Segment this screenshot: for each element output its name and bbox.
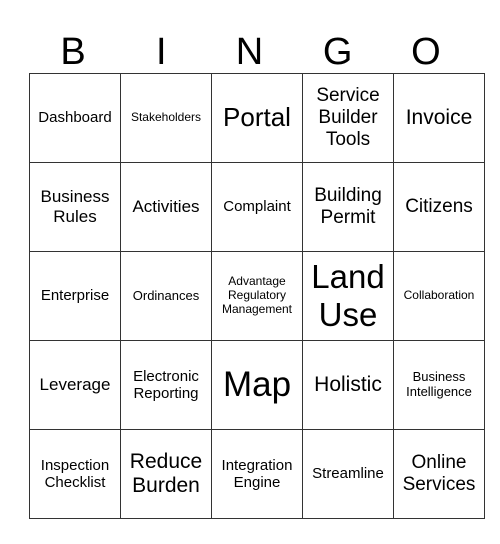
bingo-cell[interactable]: Online Services — [393, 429, 485, 519]
header-letter-i: I — [156, 31, 167, 73]
bingo-cell[interactable]: Citizens — [393, 162, 485, 252]
header-letter-n: N — [235, 31, 264, 73]
bingo-cell[interactable]: Complaint — [211, 162, 303, 252]
grid-row: Dashboard Stakeholders Portal Service Bu… — [29, 73, 485, 163]
bingo-cell[interactable]: Reduce Burden — [120, 429, 212, 519]
bingo-cell[interactable]: Invoice — [393, 73, 485, 163]
bingo-cell[interactable]: Business Intelligence — [393, 340, 485, 430]
bingo-grid: Dashboard Stakeholders Portal Service Bu… — [29, 73, 485, 519]
bingo-cell[interactable]: Inspection Checklist — [29, 429, 121, 519]
bingo-cell[interactable]: Advantage Regulatory Management — [211, 251, 303, 341]
bingo-cell[interactable]: Ordinances — [120, 251, 212, 341]
bingo-cell[interactable]: Dashboard — [29, 73, 121, 163]
bingo-cell[interactable]: Collaboration — [393, 251, 485, 341]
bingo-cell[interactable]: Holistic — [302, 340, 394, 430]
bingo-cell[interactable]: Service Builder Tools — [302, 73, 394, 163]
grid-row: Enterprise Ordinances Advantage Regulato… — [29, 251, 485, 341]
bingo-cell[interactable]: Electronic Reporting — [120, 340, 212, 430]
bingo-cell[interactable]: Business Rules — [29, 162, 121, 252]
bingo-cell[interactable]: Leverage — [29, 340, 121, 430]
header-letter-b: B — [60, 31, 86, 73]
bingo-cell[interactable]: Activities — [120, 162, 212, 252]
bingo-cell[interactable]: Stakeholders — [120, 73, 212, 163]
bingo-cell[interactable]: Portal — [211, 73, 303, 163]
bingo-cell[interactable]: Streamline — [302, 429, 394, 519]
bingo-cell[interactable]: Building Permit — [302, 162, 394, 252]
header-letter-g: G — [322, 31, 353, 73]
bingo-cell[interactable]: Integration Engine — [211, 429, 303, 519]
grid-row: Leverage Electronic Reporting Map Holist… — [29, 340, 485, 430]
bingo-cell[interactable]: Enterprise — [29, 251, 121, 341]
header-letter-o: O — [411, 31, 441, 73]
bingo-cell[interactable]: Land Use — [302, 251, 394, 341]
bingo-cell[interactable]: Map — [211, 340, 303, 430]
grid-row: Inspection Checklist Reduce Burden Integ… — [29, 429, 485, 519]
grid-row: Business Rules Activities Complaint Buil… — [29, 162, 485, 252]
bingo-header: B I N G O — [29, 30, 470, 74]
